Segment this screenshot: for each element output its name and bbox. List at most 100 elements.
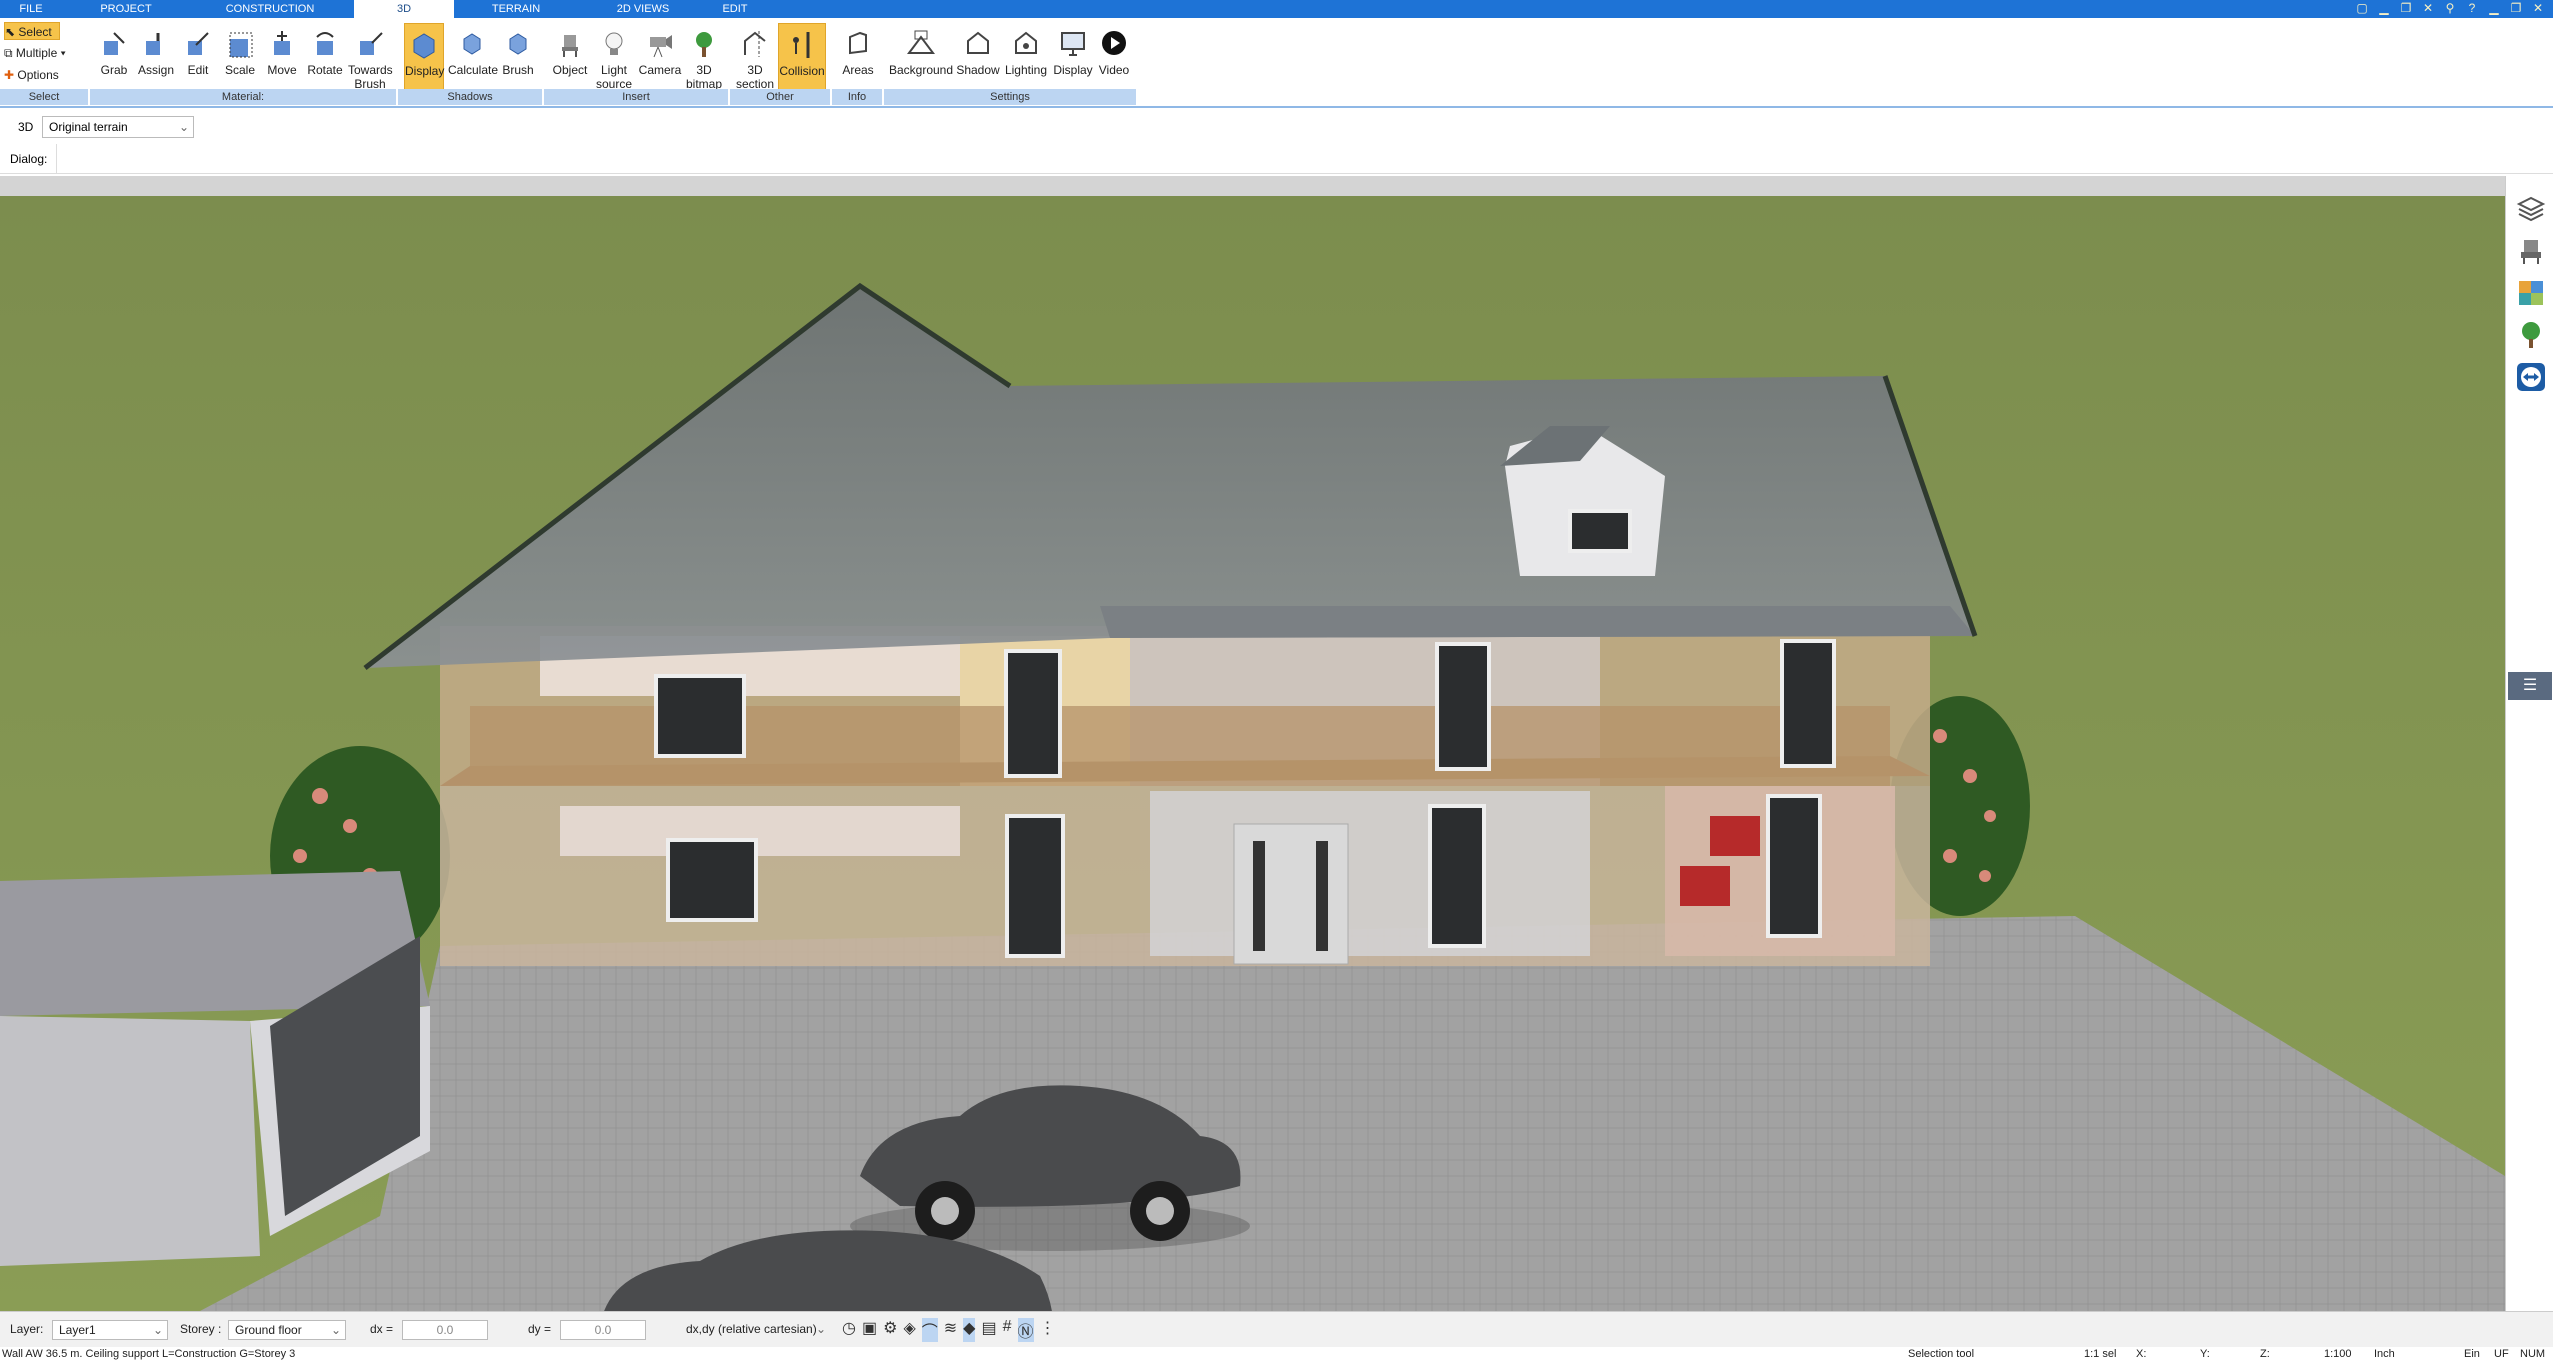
layers-icon[interactable] [2516,194,2546,224]
restore-icon[interactable]: ❐ [2399,1,2413,15]
minimize-icon[interactable]: ▁ [2377,1,2391,15]
menu-tab-project[interactable]: PROJECT [62,0,190,18]
garage-wall [0,1016,260,1266]
entrance-door [1233,823,1349,965]
house-shadow-icon [967,31,989,54]
dx-input[interactable]: 0.0 [402,1320,488,1340]
layout-icon[interactable]: ▢ [2355,1,2369,15]
layers-toggle-icon[interactable]: ◈ [903,1318,915,1342]
select-button[interactable]: ⬉ Select [4,22,60,40]
background-icon [907,30,935,54]
door-glass [1316,841,1328,951]
terrain-toggle-icon[interactable]: ⌒ [921,1318,938,1342]
dx-label: dx = [370,1322,394,1336]
divider [56,144,57,174]
horizon-strip [0,176,2505,196]
storey-select[interactable]: Ground floor ⌄ [228,1320,346,1340]
furniture-icon[interactable] [2516,236,2546,266]
teamviewer-icon[interactable] [2516,362,2546,392]
rotate-icon [316,32,334,55]
render-icon[interactable]: ⚙ [883,1318,897,1342]
grid-icon[interactable]: # [1003,1318,1012,1342]
menu-tab-file[interactable]: FILE [0,0,62,18]
z-coord: Z: [2260,1348,2270,1360]
dormer-window [1568,509,1632,553]
door [1005,814,1065,958]
calculate-icon [463,33,481,55]
view-mode-label: 3D [18,120,34,134]
menu-tab-2d-views[interactable]: 2D VIEWS [578,0,708,18]
play-icon [1102,31,1126,55]
close-icon[interactable]: ✕ [2421,1,2435,15]
menu-tab-terrain[interactable]: TERRAIN [456,0,576,18]
dy-label: dy = [528,1322,552,1336]
scale-icon [229,32,253,58]
layer-select[interactable]: Layer1 ⌄ [52,1320,168,1340]
active-tool: Selection tool [1908,1348,1975,1360]
terrain-select[interactable]: Original terrain ⌄ [42,116,194,138]
screen-icon[interactable]: ▣ [862,1318,877,1342]
group-label-select: Select [0,89,88,105]
num-indicator: NUM [2520,1348,2546,1360]
panel-toggle-button[interactable]: ☰ [2508,672,2552,700]
coord-mode-select[interactable]: dx,dy (relative cartesian) ⌄ [680,1320,830,1340]
menu-tab-edit[interactable]: EDIT [710,0,760,18]
door [1004,649,1062,778]
doc-restore-icon[interactable]: ❐ [2509,1,2523,15]
chevron-down-icon: ▾ [60,46,66,60]
dy-input[interactable]: 0.0 [560,1320,646,1340]
clock-icon[interactable]: ◷ [842,1318,856,1342]
surface-icon[interactable]: ◆ [963,1318,976,1342]
menu-tab-3d[interactable]: 3D [354,0,454,18]
areas-icon [849,31,867,55]
ground-floor-hall [1150,791,1590,956]
group-label-info: Info [832,89,882,105]
materials-icon[interactable] [2516,278,2546,308]
door [1766,794,1822,938]
3d-viewport[interactable] [0,176,2505,1311]
options-button[interactable]: ✚ Options [4,66,59,84]
3d-scene[interactable] [0,176,2505,1311]
menu-tab-construction[interactable]: CONSTRUCTION [190,0,350,18]
edit-icon [188,32,209,55]
status-message: Wall AW 36.5 m. Ceiling support L=Constr… [2,1348,296,1360]
scale-value: 1:100 [2324,1348,2352,1360]
window [654,674,746,758]
hamburger-icon: ☰ [2522,677,2538,694]
group-label-shadows: Shadows [398,89,542,105]
group-label-insert: Insert [544,89,728,105]
chevron-down-icon: ⌄ [330,1323,341,1337]
cube-shadow-icon [413,33,435,59]
doc-minimize-icon[interactable]: ▁ [2487,1,2501,15]
layer-label: Layer: [10,1322,44,1336]
group-label-material: Material: [90,89,396,105]
hatch-icon[interactable]: ▤ [981,1318,996,1342]
sofa [1710,816,1760,856]
y-coord: Y: [2200,1348,2210,1360]
doc-close-icon[interactable]: ✕ [2531,1,2545,15]
move-icon [274,31,290,55]
pointer-icon: ⬉ [5,25,16,39]
door [1435,642,1491,771]
storey-label: Storey : [180,1322,222,1336]
chair-icon [562,35,578,57]
pin-icon[interactable]: ⚲ [2443,1,2457,15]
tree-icon [696,32,712,57]
shadow-brush-icon [509,33,527,55]
window [666,838,758,922]
north-icon[interactable]: Ⓝ [1017,1318,1034,1342]
chevron-down-icon: ⌄ [815,1322,826,1336]
texture-icon[interactable]: ≋ [944,1318,957,1342]
house-light-icon [1015,31,1037,54]
multiple-button[interactable]: ⧉ Multiple ▾ [4,44,66,62]
assign-icon [146,33,160,55]
more-icon[interactable]: ⋮ [1040,1318,1056,1342]
group-label-settings: Settings [884,89,1136,105]
view-mode-row: 3D Original terrain ⌄ [0,112,2553,142]
door [1780,639,1836,768]
driveway [200,916,2505,1311]
door [1428,804,1486,948]
plants-icon[interactable] [2516,320,2546,350]
dialog-row: Dialog: [0,144,2553,174]
help-icon[interactable]: ? [2465,1,2479,15]
